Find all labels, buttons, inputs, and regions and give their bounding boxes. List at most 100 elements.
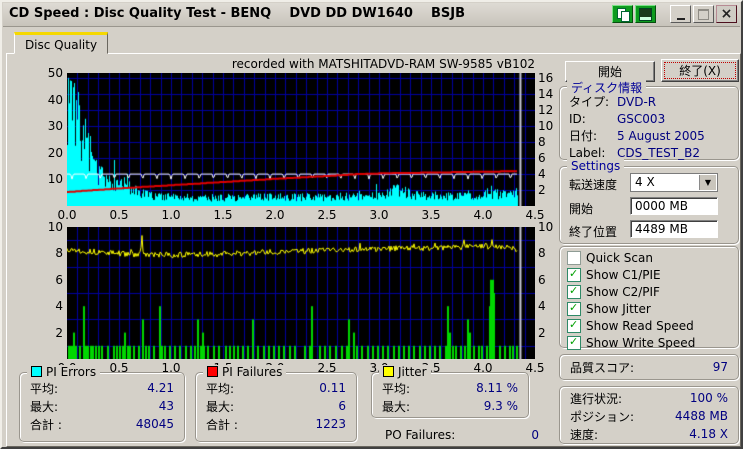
maximize-button[interactable] [693,5,714,23]
checkbox-row[interactable]: ✓ Show Read Speed [560,317,738,334]
checkbox-label: Show C1/PIE [586,267,661,282]
close-button[interactable]: × [716,5,737,23]
stat-row-label: 平均: [382,381,411,396]
stat-row-value: 8.11 % [476,381,518,395]
recorded-with-label: recorded with MATSHITADVD-RAM SW-9585 vB… [231,57,535,71]
minimize-icon [676,17,685,20]
chevron-down-icon[interactable]: ▼ [699,175,716,190]
disc-info-row-label: 日付: [569,129,598,143]
stat-row: 平均: 0.11 [196,379,356,397]
quality-score-value: 97 [712,360,728,374]
x-axis-label: 1.0 [161,208,181,222]
progress-row: 速度: 4.18 X [560,425,738,443]
stat-row: 最大: 9.3 % [372,397,528,415]
maximize-icon [698,8,709,20]
checkbox-checked[interactable]: ✓ [567,266,581,282]
progress-row-value: 4488 MB [675,409,728,423]
x-axis-label: 2.0 [265,208,285,222]
jitter-pif-chart-plot [67,227,535,359]
stat-box-title: Jitter [379,365,431,379]
disc-info-row-label: ID: [569,111,586,126]
checkbox-row[interactable]: ✓ Show Write Speed [560,334,738,351]
checkbox-label: Show Read Speed [586,318,694,333]
stat-row-value: 6 [338,399,346,413]
checkbox-label: Show Write Speed [586,335,696,350]
app-window: CD Speed : Disc Quality Test - BENQ DVD … [0,0,743,449]
stat-row-label: 平均: [206,381,235,396]
progress-row-label: 進行状況: [570,391,623,406]
checkbox-row[interactable]: ✓ Show C2/PIF [560,283,738,300]
progress-row: 進行状況: 100 % [560,389,738,407]
legend-color-icon [31,366,42,377]
titlebar: CD Speed : Disc Quality Test - BENQ DVD … [3,3,740,27]
tab-disc-quality[interactable]: Disc Quality [14,32,108,54]
stat-box-title: PI Errors [27,365,101,379]
stat-box-title: PI Failures [203,365,287,379]
stat-row: 合計 : 1223 [196,415,356,433]
x-axis-label: 0.5 [109,208,129,222]
stat-box-jitter: Jitter 平均: 8.11 % 最大: 9.3 % [371,365,529,418]
minimize-button[interactable] [670,5,691,23]
y-axis-label: 50 [47,66,63,80]
stat-box-pi-failures: PI Failures 平均: 0.11 最大: 6 合計 : 1223 [195,365,357,442]
check-icon: ✓ [569,266,579,280]
display-options-group: Quick Scan ✓ Show C1/PIE ✓ Show C2/PIF ✓ Show … [559,246,739,351]
check-icon: ✓ [569,334,579,348]
checkbox-checked[interactable]: ✓ [567,334,581,350]
stat-box-rows: 平均: 0.11 最大: 6 合計 : 1223 [196,373,356,433]
settings-title: Settings [567,159,625,173]
check-icon: ✓ [569,300,579,314]
stat-row-label: 最大: [382,399,411,414]
checkbox-row[interactable]: Quick Scan [560,249,738,266]
disc-info-row: ID: GSC003 [560,110,738,127]
stat-row: 最大: 43 [20,397,184,415]
po-failures-row: PO Failures: 0 [375,426,549,444]
copy-icon [616,8,630,22]
stat-row-value: 1223 [315,417,346,431]
exit-button[interactable]: 終了(X) [661,59,739,82]
titlebar-buttons: × [612,5,737,23]
x-axis-label: 3.5 [421,208,441,222]
y-axis-label: 30 [47,119,63,134]
stat-row: 最大: 6 [196,397,356,415]
tab-label: Disc Quality [24,38,98,52]
transfer-speed-label: 転送速度 [569,178,618,192]
settings-group: Settings 転送速度 4 X ▼ 開始 0000 MB 終了位置 4489… [559,159,739,244]
progress-row-value: 4.18 X [689,427,728,441]
y-axis-label: 10 [47,220,63,234]
check-icon: ✓ [569,317,579,331]
save-button[interactable] [635,5,656,23]
end-position-field[interactable]: 4489 MB [630,220,718,238]
progress-row-label: 速度: [570,427,599,442]
stat-row-value: 9.3 % [483,399,518,413]
checkbox-checked[interactable]: ✓ [567,284,581,299]
legend-color-icon [383,366,394,377]
stat-row: 平均: 8.11 % [372,379,528,397]
disc-info-rows: タイプ: DVD-R ID: GSC003 日付: 5 August 2005 Label:… [560,87,738,161]
y-axis-label: 40 [47,92,63,107]
stat-row-label: 合計 : [30,417,62,432]
checkbox-checked[interactable]: ✓ [567,300,581,316]
window-title: CD Speed : Disc Quality Test - BENQ DVD … [9,6,466,21]
y-axis-label: 2 [55,325,63,340]
stat-box-rows: 平均: 4.21 最大: 43 合計 : 48045 [20,373,184,433]
stat-box-title-text: PI Errors [46,365,97,379]
stat-row-value: 43 [158,399,174,413]
checkbox-row[interactable]: ✓ Show C1/PIE [560,266,738,283]
disc-info-row-value: CDS_TEST_B2 [617,145,700,160]
copy-to-clipboard-button[interactable] [612,5,633,23]
checkbox-checked[interactable]: ✓ [567,317,581,333]
disc-info-row-value: 5 August 2005 [617,128,705,143]
y-axis-label: 6 [55,272,63,287]
disc-info-group: ディスク情報 タイプ: DVD-R ID: GSC003 日付: 5 August 200… [559,79,739,161]
end-position-label: 終了位置 [569,225,618,239]
y-axis-label: 4 [55,299,63,314]
legend-color-icon [207,366,218,377]
checkbox-row[interactable]: ✓ Show Jitter [560,300,738,317]
checkbox-unchecked[interactable] [567,250,581,265]
x-axis-label: 4.0 [473,208,493,222]
quality-score-label: 品質スコア: [570,360,635,375]
stat-row-value: 0.11 [319,381,346,395]
transfer-speed-select[interactable]: 4 X ▼ [630,173,718,192]
start-position-field[interactable]: 0000 MB [630,197,718,215]
